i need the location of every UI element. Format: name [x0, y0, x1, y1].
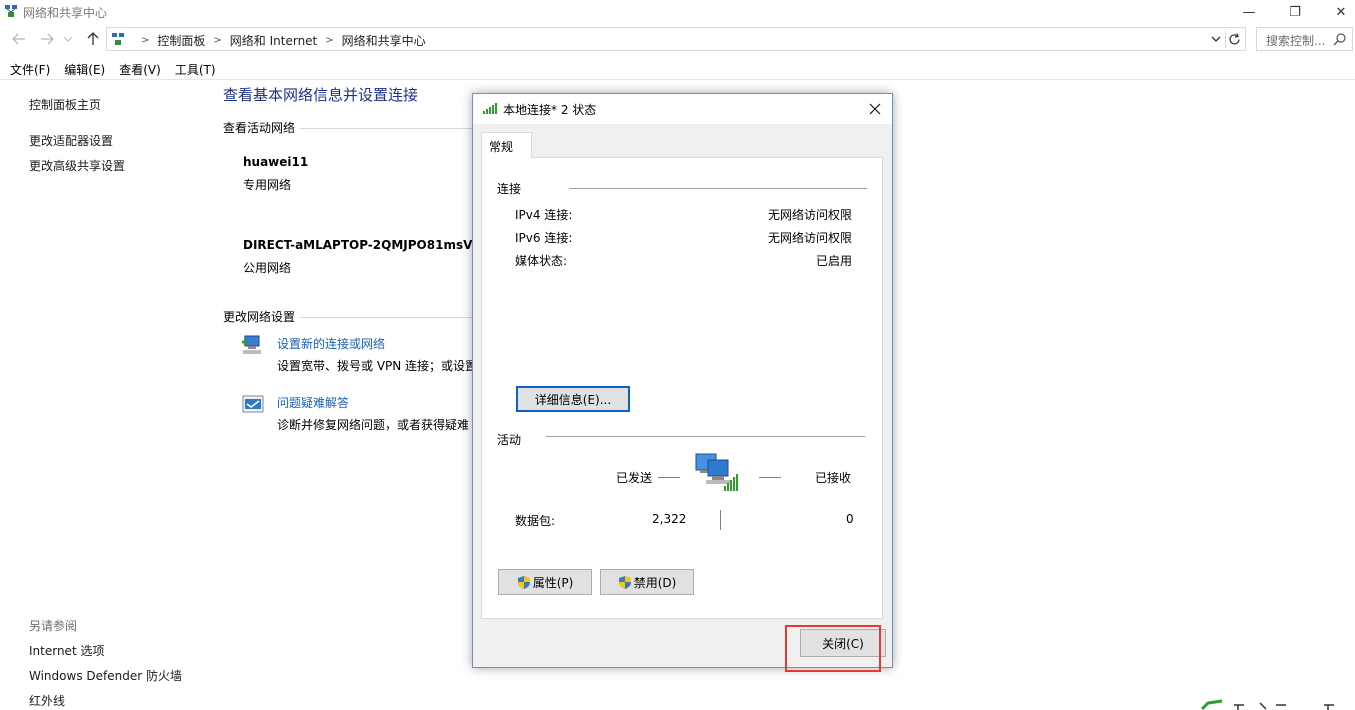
network-center-icon	[5, 5, 17, 17]
activity-group-label: 活动	[497, 433, 522, 447]
shield-icon	[618, 575, 631, 589]
dialog-titlebar: 本地连接* 2 状态	[473, 94, 892, 124]
defender-firewall-link[interactable]: Windows Defender 防火墙	[29, 667, 182, 684]
connection-group-label: 连接	[497, 182, 522, 196]
forward-arrow-icon[interactable]	[38, 30, 56, 48]
packets-received-value: 0	[846, 512, 854, 526]
new-connection-icon	[242, 335, 261, 354]
left-pane: 控制面板主页 更改适配器设置 更改高级共享设置 另请参阅 Internet 选项…	[0, 81, 205, 710]
ipv4-label: IPv4 连接:	[515, 208, 573, 222]
minimize-button[interactable]: —	[1226, 0, 1272, 24]
ipv4-value: 无网络访问权限	[767, 208, 852, 222]
packets-sent-value: 2,322	[652, 512, 687, 526]
network-name: huawei11	[243, 155, 309, 169]
ipv6-value: 无网络访问权限	[767, 231, 852, 245]
window-titlebar: 网络和共享中心 — ❐ ✕	[0, 0, 1355, 24]
back-arrow-icon[interactable]	[10, 30, 28, 48]
activity-dash	[759, 477, 781, 478]
menu-tools[interactable]: 工具(T)	[169, 58, 222, 79]
page-title: 查看基本网络信息并设置连接	[223, 86, 419, 104]
troubleshoot-link[interactable]: 问题疑难解答	[277, 394, 349, 411]
section-divider	[300, 317, 472, 318]
menu-view[interactable]: 查看(V)	[113, 58, 167, 79]
troubleshoot-icon	[242, 395, 264, 413]
change-advanced-sharing-link[interactable]: 更改高级共享设置	[29, 157, 125, 174]
shield-icon	[517, 575, 530, 589]
dialog-title: 本地连接* 2 状态	[503, 103, 597, 117]
chevron-right-icon: >	[141, 35, 150, 46]
search-input[interactable]: 搜索控制...	[1256, 27, 1353, 51]
refresh-icon[interactable]	[1225, 30, 1243, 48]
search-placeholder: 搜索控制...	[1266, 34, 1326, 48]
address-bar[interactable]: > 控制面板 > 网络和 Internet > 网络和共享中心	[106, 27, 1246, 51]
chevron-right-icon[interactable]: >	[325, 35, 333, 46]
address-row: > 控制面板 > 网络和 Internet > 网络和共享中心 搜索控制...	[0, 26, 1355, 52]
network-computer-icon	[695, 453, 738, 491]
network-center-icon	[112, 33, 124, 45]
signal-icon	[483, 103, 497, 114]
breadcrumb-control-panel[interactable]: 控制面板	[157, 32, 205, 49]
activity-divider	[720, 510, 721, 530]
chevron-down-icon[interactable]	[1209, 31, 1223, 47]
restore-button[interactable]: ❐	[1272, 0, 1318, 24]
packets-label: 数据包:	[515, 514, 556, 528]
group-divider	[569, 188, 867, 189]
sent-label: 已发送	[616, 471, 653, 485]
close-icon[interactable]	[864, 98, 886, 120]
chevron-right-icon[interactable]: >	[213, 35, 221, 46]
task-description: 设置宽带、拨号或 VPN 连接；或设置	[277, 359, 478, 373]
properties-button[interactable]: 属性(P)	[498, 569, 592, 595]
ipv6-label: IPv6 连接:	[515, 231, 573, 245]
disable-button[interactable]: 禁用(D)	[600, 569, 694, 595]
network-name: DIRECT-aMLAPTOP-2QMJPO81msVV	[243, 238, 482, 252]
activity-dash	[658, 477, 680, 478]
taskbar-partial-icon	[1200, 699, 1334, 710]
infrared-link[interactable]: 红外线	[29, 692, 65, 709]
setup-new-connection-link[interactable]: 设置新的连接或网络	[277, 335, 385, 352]
network-type[interactable]: 公用网络	[243, 259, 291, 276]
active-networks-header: 查看活动网络	[223, 121, 296, 135]
disable-label: 禁用(D)	[633, 575, 677, 590]
see-also-header: 另请参阅	[29, 619, 78, 633]
properties-label: 属性(P)	[532, 575, 574, 590]
group-divider	[546, 436, 865, 437]
control-panel-home-link[interactable]: 控制面板主页	[29, 96, 101, 113]
breadcrumb-network-sharing[interactable]: 网络和共享中心	[342, 32, 426, 49]
details-button[interactable]: 详细信息(E)...	[516, 386, 630, 412]
recent-locations-dropdown[interactable]	[62, 30, 74, 48]
window-title: 网络和共享中心	[23, 6, 108, 20]
media-state-value: 已启用	[815, 254, 852, 268]
highlight-box	[785, 625, 881, 672]
internet-options-link[interactable]: Internet 选项	[29, 642, 104, 659]
received-label: 已接收	[815, 471, 852, 485]
task-description: 诊断并修复网络问题，或者获得疑难	[277, 418, 470, 432]
change-settings-header: 更改网络设置	[223, 310, 296, 324]
menu-bar: 文件(F) 编辑(E) 查看(V) 工具(T)	[0, 58, 1355, 80]
section-divider	[300, 128, 472, 129]
general-tab-panel: 连接 IPv4 连接: 无网络访问权限 IPv6 连接: 无网络访问权限 媒体状…	[481, 157, 883, 619]
breadcrumb-network-internet[interactable]: 网络和 Internet	[230, 32, 317, 49]
tab-general[interactable]: 常规	[481, 132, 532, 158]
close-window-button[interactable]: ✕	[1318, 0, 1355, 24]
media-state-label: 媒体状态:	[515, 254, 568, 268]
menu-edit[interactable]: 编辑(E)	[58, 58, 111, 79]
search-icon	[1333, 33, 1346, 46]
change-adapter-settings-link[interactable]: 更改适配器设置	[29, 132, 113, 149]
network-type[interactable]: 专用网络	[243, 176, 291, 193]
connection-status-dialog: 本地连接* 2 状态 常规 连接 IPv4 连接: 无网络访问权限 IPv6 连…	[472, 93, 893, 672]
breadcrumb: > 控制面板 > 网络和 Internet > 网络和共享中心	[133, 32, 426, 49]
menu-file[interactable]: 文件(F)	[4, 58, 56, 79]
up-arrow-icon[interactable]	[84, 30, 102, 48]
